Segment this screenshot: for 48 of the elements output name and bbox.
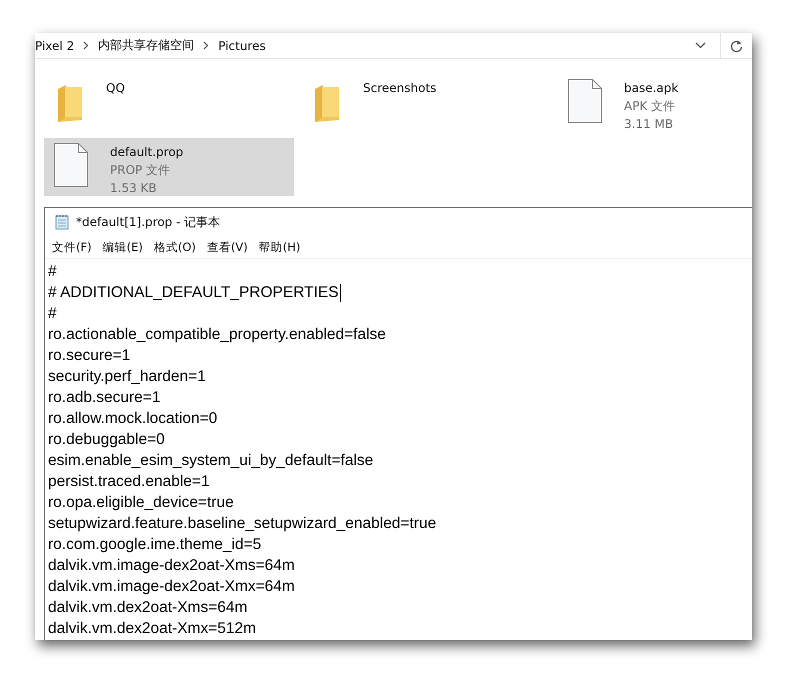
file-size: 3.11 MB: [624, 116, 674, 133]
file-name: default.prop: [110, 144, 184, 161]
chevron-icon: [203, 41, 210, 50]
text-line: dalvik.vm.dex2oat-Xmx=512m: [48, 619, 256, 639]
folder-icon: [56, 83, 84, 123]
file-type: PROP 文件: [110, 162, 172, 179]
text-line: ro.adb.secure=1: [48, 388, 160, 408]
file-size: 1.53 KB: [110, 180, 158, 197]
menu-item[interactable]: 查看(V): [206, 240, 248, 254]
text-line: dalvik.vm.dex2oat-Xms=64m: [48, 598, 248, 618]
window-title: *default[1].prop - 记事本: [76, 214, 220, 230]
chevron-icon: [83, 41, 90, 50]
menu-item[interactable]: 编辑(E): [102, 240, 143, 254]
text-line: setupwizard.feature.baseline_setupwizard_enabled=true: [48, 514, 436, 534]
text-line: ro.secure=1: [48, 346, 130, 366]
menu-item[interactable]: 格式(O): [154, 240, 196, 254]
breadcrumb-item[interactable]: 内部共享存储空间: [98, 37, 194, 54]
dropdown-icon[interactable]: [695, 42, 706, 49]
text-line: esim.enable_esim_system_ui_by_default=false: [48, 451, 374, 471]
text-line: ro.com.google.ime.theme_id=5: [48, 535, 262, 555]
text-line: persist.traced.enable=1: [48, 472, 210, 492]
menu-item[interactable]: 文件(F): [52, 240, 92, 254]
text-line: security.perf_harden=1: [48, 367, 206, 387]
breadcrumb-item[interactable]: Pictures: [218, 38, 266, 52]
text-line: #: [48, 304, 57, 324]
file-name: Screenshots: [363, 80, 436, 97]
file-name: base.apk: [624, 80, 678, 97]
file-item[interactable]: default.prop PROP 文件 1.53 KB: [44, 138, 294, 196]
text-line: #: [48, 262, 57, 282]
text-line: dalvik.vm.image-dex2oat-Xms=64m: [48, 556, 295, 576]
notepad-icon: [55, 214, 69, 230]
text-line: # ADDITIONAL_DEFAULT_PROPERTIES: [48, 283, 339, 303]
folder-icon: [313, 83, 341, 123]
text-line: ro.actionable_compatible_property.enabled=false: [48, 325, 386, 345]
file-item[interactable]: base.apk APK 文件 3.11 MB: [558, 74, 752, 132]
file-name: QQ: [106, 80, 125, 97]
document-icon: [54, 143, 88, 187]
menu-item[interactable]: 帮助(H): [258, 240, 300, 254]
document-icon: [568, 79, 602, 123]
file-item[interactable]: Screenshots: [301, 74, 551, 132]
text-line: dalvik.vm.image-dex2oat-Xmx=64m: [48, 577, 295, 597]
text-line: ro.opa.eligible_device=true: [48, 493, 234, 513]
file-item[interactable]: QQ: [44, 74, 294, 132]
file-type: APK 文件: [624, 98, 676, 115]
refresh-icon[interactable]: [730, 38, 743, 52]
breadcrumb-item[interactable]: Pixel 2: [35, 38, 74, 52]
text-line: ro.debuggable=0: [48, 430, 165, 450]
text-line: ro.allow.mock.location=0: [48, 409, 218, 429]
